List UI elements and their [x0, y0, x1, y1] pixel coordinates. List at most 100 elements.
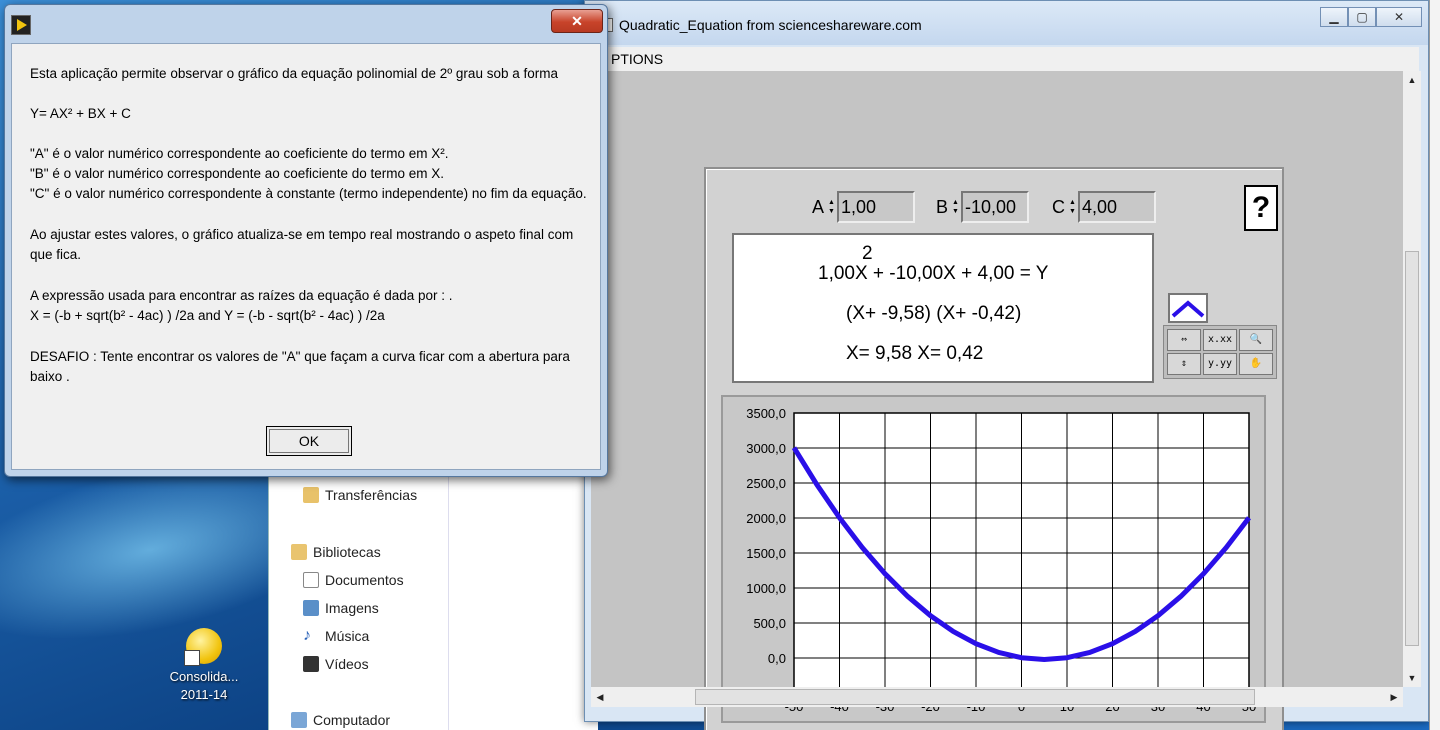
y-tick-label: 3500,0: [746, 406, 786, 421]
y-tick-label: 1000,0: [746, 581, 786, 596]
minimize-button[interactable]: ▁: [1320, 7, 1348, 27]
dialog-line: que fica.: [30, 247, 82, 262]
y-format-icon[interactable]: y.yy: [1203, 353, 1237, 375]
nav-item-bibliotecas[interactable]: Bibliotecas: [291, 544, 381, 560]
nav-item-label: Música: [325, 628, 370, 644]
dialog-line: DESAFIO : Tente encontrar os valores de …: [30, 349, 570, 364]
dialog-body: Esta aplicação permite observar o gráfic…: [11, 43, 601, 470]
dialog-line: baixo .: [30, 369, 70, 384]
scroll-down-arrow[interactable]: ▼: [1403, 669, 1421, 687]
dialog-line: "C" é o valor numérico correspondente à …: [30, 186, 587, 201]
scroll-up-arrow[interactable]: ▲: [1403, 71, 1421, 89]
autoscale-y-icon[interactable]: ⇕: [1167, 353, 1201, 375]
nav-item-label: Bibliotecas: [313, 544, 381, 560]
nav-item-musica[interactable]: ♪ Música: [303, 627, 370, 645]
panel-area: A ▲ ▼ 1,00 B ▲ ▼ -10,00 C ▲ ▼ 4,00 ? 2 1,00…: [591, 71, 1403, 730]
scroll-left-arrow[interactable]: ◀: [591, 687, 609, 707]
window-titlebar[interactable]: Quadratic_Equation from scienceshareware…: [585, 1, 1428, 45]
y-tick-label: 500,0: [753, 616, 786, 631]
window-title: Quadratic_Equation from scienceshareware…: [619, 17, 922, 33]
control-b-spinner[interactable]: ▲ ▼: [952, 192, 961, 222]
control-c: C ▲ ▼ 4,00: [1052, 191, 1156, 223]
smiley-shortcut-icon: [184, 628, 222, 666]
nav-item-label: Transferências: [325, 487, 418, 503]
documents-icon: [303, 572, 319, 588]
y-tick-label: 2000,0: [746, 511, 786, 526]
dialog-titlebar[interactable]: ✕: [5, 5, 607, 41]
control-b-input[interactable]: -10,00: [961, 191, 1030, 223]
nav-item-label: Vídeos: [325, 656, 369, 672]
control-c-input[interactable]: 4,00: [1078, 191, 1156, 223]
dialog-line: Ao ajustar estes valores, o gráfico atua…: [30, 227, 574, 242]
download-folder-icon: [303, 487, 319, 503]
graph-plot-area: -50-40-30-20-1001020304050-500,00,0500,0…: [746, 406, 1256, 714]
info-dialog: ✕ Esta aplicação permite observar o gráf…: [4, 4, 608, 477]
window-buttons: ▁ ▢ ✕: [1320, 7, 1422, 27]
control-c-spinner[interactable]: ▲ ▼: [1069, 192, 1078, 222]
menu-bar: PTIONS: [591, 47, 1419, 71]
dialog-line: "A" é o valor numérico correspondente ao…: [30, 146, 449, 161]
xy-graph[interactable]: -50-40-30-20-1001020304050-500,00,0500,0…: [721, 395, 1266, 723]
roots-display: X= 9,58 X= 0,42: [846, 343, 984, 364]
nav-item-videos[interactable]: Vídeos: [303, 656, 369, 672]
control-b: B ▲ ▼ -10,00: [936, 191, 1030, 223]
dialog-line: "B" é o valor numérico correspondente ao…: [30, 166, 445, 181]
dialog-line: A expressão usada para encontrar as raíz…: [30, 288, 453, 303]
nav-item-label: Imagens: [325, 600, 379, 616]
nav-item-computador[interactable]: Computador: [291, 712, 390, 728]
zoom-icon[interactable]: 🔍: [1239, 329, 1273, 351]
nav-item-documentos[interactable]: Documentos: [303, 572, 404, 588]
horizontal-scrollbar[interactable]: ◀ ▶: [591, 687, 1403, 707]
pan-hand-icon[interactable]: ✋: [1239, 353, 1273, 375]
computer-icon: [291, 712, 307, 728]
help-button[interactable]: ?: [1244, 185, 1278, 231]
pictures-icon: [303, 600, 319, 616]
nav-item-imagens[interactable]: Imagens: [303, 600, 379, 616]
control-a: A ▲ ▼ 1,00: [812, 191, 916, 223]
explorer-window: Transferências Bibliotecas Documentos Im…: [268, 440, 598, 730]
y-tick-label: 0,0: [768, 651, 786, 666]
maximize-button[interactable]: ▢: [1348, 7, 1376, 27]
y-tick-label: 3000,0: [746, 441, 786, 456]
vertical-scrollbar[interactable]: ▲ ▼: [1403, 71, 1421, 687]
control-b-label: B: [936, 196, 949, 217]
desktop-shortcut-label-1: Consolida...: [169, 669, 239, 684]
plot-legend-button[interactable]: [1168, 293, 1208, 323]
background-window-edge: [1429, 0, 1440, 730]
y-tick-label: 2500,0: [746, 476, 786, 491]
explorer-nav-pane: Transferências Bibliotecas Documentos Im…: [269, 440, 449, 730]
control-a-input[interactable]: 1,00: [837, 191, 916, 223]
equation-exponent: 2: [862, 243, 873, 264]
labview-icon: [11, 15, 31, 35]
control-c-label: C: [1052, 196, 1065, 217]
x-format-icon[interactable]: x.xx: [1203, 329, 1237, 351]
libraries-icon: [291, 544, 307, 560]
ok-button[interactable]: OK: [266, 426, 352, 456]
nav-item-transferencias[interactable]: Transferências: [303, 487, 417, 503]
factored-form: (X+ -9,58) (X+ -0,42): [846, 303, 1022, 324]
equation-display: 2 1,00X + -10,00X + 4,00 = Y (X+ -9,58) …: [732, 233, 1154, 383]
curve-icon: [1171, 300, 1205, 318]
dialog-close-button[interactable]: ✕: [551, 9, 603, 33]
dialog-line: Esta aplicação permite observar o gráfic…: [30, 66, 558, 81]
control-a-spinner[interactable]: ▲ ▼: [828, 192, 837, 222]
menu-options[interactable]: PTIONS: [611, 51, 663, 67]
control-a-label: A: [812, 196, 825, 217]
scroll-thumb[interactable]: [695, 689, 1255, 705]
front-panel: A ▲ ▼ 1,00 B ▲ ▼ -10,00 C ▲ ▼ 4,00 ? 2 1,00…: [704, 167, 1284, 730]
nav-item-label: Documentos: [325, 572, 404, 588]
autoscale-x-icon[interactable]: ⇔: [1167, 329, 1201, 351]
music-icon: ♪: [303, 627, 311, 644]
close-button[interactable]: ✕: [1376, 7, 1422, 27]
scroll-thumb[interactable]: [1405, 251, 1419, 646]
videos-icon: [303, 656, 319, 672]
equation-line: 1,00X + -10,00X + 4,00 = Y: [818, 263, 1049, 284]
desktop-shortcut[interactable]: Consolida... 2011-14: [164, 628, 244, 704]
graph-palette: ⇔ x.xx 🔍 ⇕ y.yy ✋: [1163, 325, 1277, 379]
nav-item-label: Computador: [313, 712, 391, 728]
y-tick-label: 1500,0: [746, 546, 786, 561]
dialog-line: Y= AX² + BX + C: [30, 106, 131, 121]
scroll-right-arrow[interactable]: ▶: [1385, 687, 1403, 707]
quadratic-app-window: Quadratic_Equation from scienceshareware…: [584, 0, 1429, 730]
desktop-shortcut-label-2: 2011-14: [180, 687, 228, 702]
